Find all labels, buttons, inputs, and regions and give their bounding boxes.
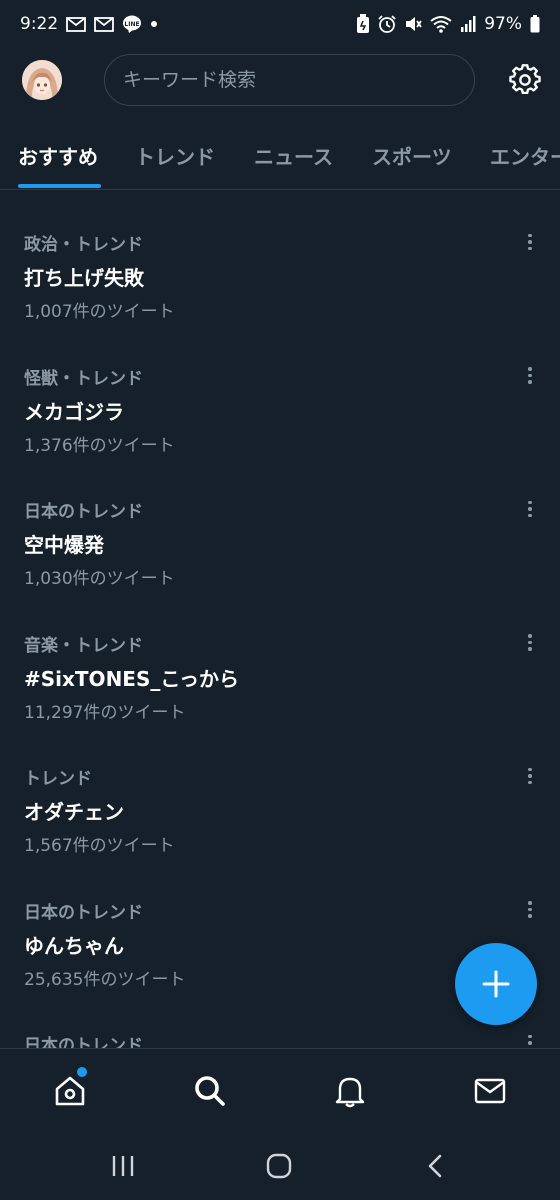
tab-news[interactable]: ニュース bbox=[254, 128, 333, 188]
tab-trending[interactable]: トレンド bbox=[135, 128, 215, 188]
notification-dot bbox=[77, 1067, 87, 1077]
trend-category: 日本のトレンド bbox=[24, 902, 143, 923]
trend-tweet-count: 1,007件のツイート bbox=[24, 302, 175, 322]
trend-category: トレンド bbox=[24, 769, 92, 789]
trend-title: 打ち上げ失敗 bbox=[24, 266, 144, 290]
bell-icon[interactable] bbox=[330, 1071, 370, 1111]
more-options-icon[interactable] bbox=[520, 898, 540, 922]
more-options-icon[interactable] bbox=[520, 364, 540, 388]
more-options-icon[interactable] bbox=[520, 1031, 540, 1048]
more-options-icon[interactable] bbox=[520, 631, 540, 655]
tab-entertainment[interactable]: エンター bbox=[490, 128, 560, 188]
line-app-icon: LINE bbox=[122, 14, 142, 34]
status-bar: 9:22 LINE 97% bbox=[0, 0, 560, 48]
tab-sports[interactable]: スポーツ bbox=[372, 128, 452, 188]
mail-icon bbox=[94, 16, 115, 32]
trend-category: 日本のトレンド bbox=[24, 1036, 143, 1048]
trend-item[interactable]: 音楽・トレンド #SixTONES_こっから 11,297件のツイート bbox=[0, 593, 560, 727]
home-button-icon[interactable] bbox=[264, 1152, 294, 1180]
trend-title: ゆんちゃん bbox=[24, 933, 124, 958]
explore-tabs: おすすめ トレンド ニュース スポーツ エンター bbox=[0, 128, 560, 190]
plus-icon bbox=[482, 970, 510, 998]
tab-recommended[interactable]: おすすめ bbox=[18, 128, 98, 188]
trend-category: 怪獣・トレンド bbox=[24, 368, 143, 389]
signal-icon bbox=[460, 15, 476, 33]
trend-tweet-count: 1,567件のツイート bbox=[24, 836, 175, 856]
system-nav-bar bbox=[0, 1132, 560, 1200]
compose-button[interactable] bbox=[455, 943, 537, 1025]
battery-percentage: 97% bbox=[484, 14, 522, 34]
trend-tweet-count: 1,376件のツイート bbox=[24, 435, 175, 456]
search-box[interactable] bbox=[104, 54, 475, 106]
recent-apps-icon[interactable] bbox=[108, 1152, 138, 1180]
trend-title: メカゴジラ bbox=[24, 399, 124, 424]
back-icon[interactable] bbox=[420, 1152, 450, 1180]
active-tab-indicator bbox=[18, 184, 101, 188]
trend-item[interactable]: 政治・トレンド 打ち上げ失敗 1,007件のツイート bbox=[0, 192, 560, 326]
trend-category: 日本のトレンド bbox=[24, 502, 143, 522]
bottom-nav bbox=[0, 1048, 560, 1132]
battery-saver-icon bbox=[356, 14, 370, 34]
alarm-icon bbox=[378, 15, 396, 33]
more-options-icon[interactable] bbox=[520, 764, 540, 788]
trend-title: 空中爆発 bbox=[24, 533, 104, 557]
avatar[interactable] bbox=[22, 60, 62, 100]
home-icon[interactable] bbox=[50, 1071, 90, 1111]
wifi-icon bbox=[430, 15, 452, 33]
dot-icon bbox=[150, 20, 158, 28]
trend-title: オダチェン bbox=[24, 800, 124, 824]
search-input[interactable] bbox=[123, 69, 474, 91]
more-options-icon[interactable] bbox=[520, 497, 540, 521]
trend-tweet-count: 25,635件のツイート bbox=[24, 969, 186, 990]
mail-icon[interactable] bbox=[470, 1071, 510, 1111]
mute-icon bbox=[404, 15, 422, 33]
search-icon[interactable] bbox=[190, 1071, 230, 1111]
top-bar bbox=[0, 52, 560, 110]
status-time: 9:22 bbox=[20, 14, 59, 34]
battery-icon bbox=[530, 15, 540, 33]
gear-icon[interactable] bbox=[507, 62, 543, 98]
trend-title: #SixTONES_こっから bbox=[24, 666, 239, 691]
trend-item[interactable]: トレンド オダチェン 1,567件のツイート bbox=[0, 726, 560, 860]
trend-category: 政治・トレンド bbox=[24, 235, 143, 255]
trend-item[interactable]: 日本のトレンド 空中爆発 1,030件のツイート bbox=[0, 459, 560, 593]
more-options-icon[interactable] bbox=[520, 230, 540, 254]
trend-category: 音楽・トレンド bbox=[24, 635, 143, 656]
trend-item[interactable]: 怪獣・トレンド メカゴジラ 1,376件のツイート bbox=[0, 326, 560, 460]
trend-tweet-count: 1,030件のツイート bbox=[24, 569, 175, 589]
trend-tweet-count: 11,297件のツイート bbox=[24, 702, 186, 723]
trend-feed[interactable]: 政治・トレンド 打ち上げ失敗 1,007件のツイート 怪獣・トレンド メカゴジラ… bbox=[0, 192, 560, 1048]
mail-icon bbox=[66, 16, 87, 32]
svg-text:LINE: LINE bbox=[125, 21, 140, 28]
